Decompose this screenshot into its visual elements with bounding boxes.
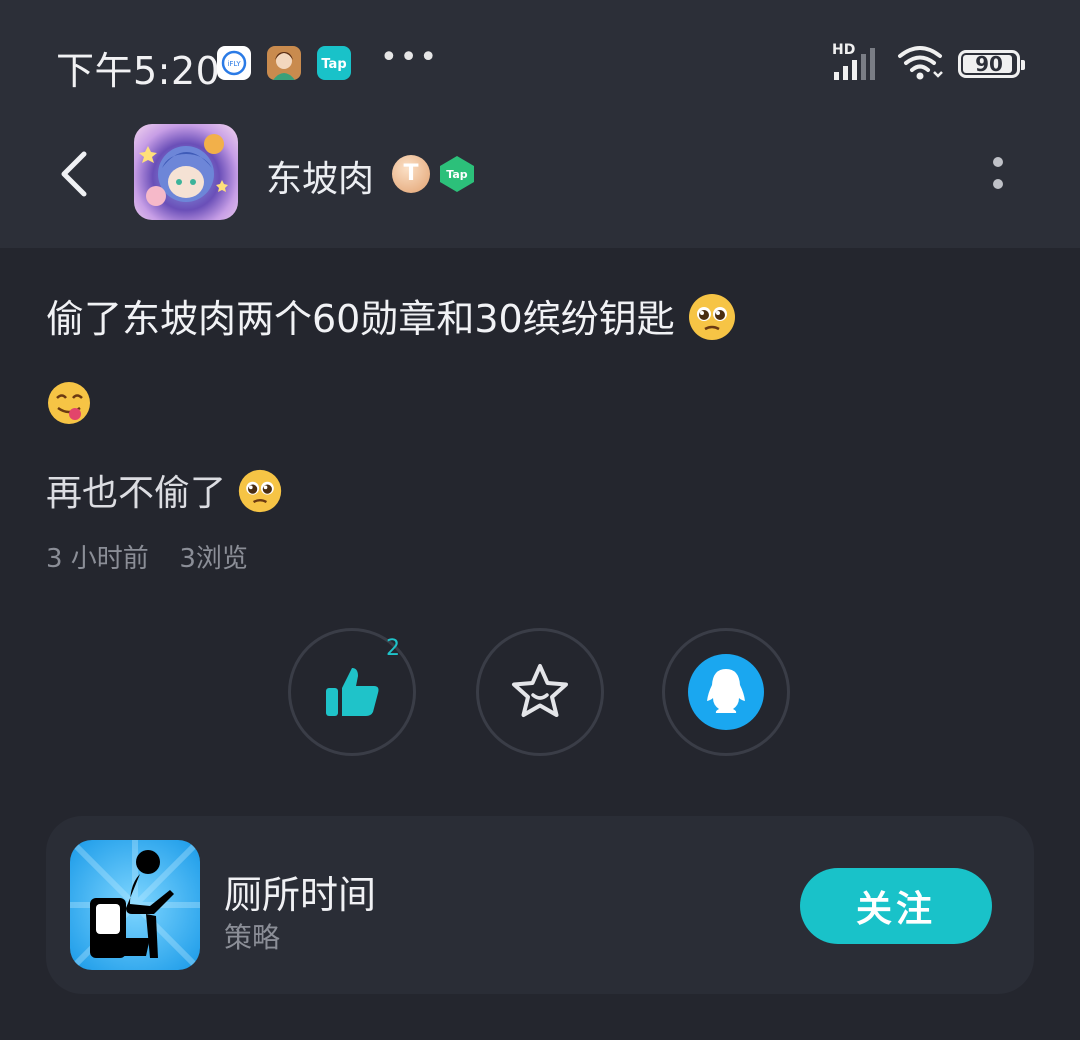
post-line-3-text: 再也不偷了 — [46, 473, 227, 514]
avatar-app-icon — [267, 46, 301, 80]
post-title: 偷了东坡肉两个60勋章和30缤纷钥匙 — [46, 288, 737, 351]
tap-verified-badge: Tap — [436, 154, 478, 194]
post-line-3: 再也不偷了 — [46, 464, 283, 523]
back-button[interactable] — [56, 148, 96, 200]
thumbs-up-icon — [326, 668, 379, 716]
svg-text:iFLY: iFLY — [227, 60, 241, 68]
post-views: 3浏览 — [179, 544, 248, 574]
tap-icon: Tap — [317, 46, 351, 80]
battery-icon: 90 — [958, 50, 1025, 78]
post-line-emoji — [46, 380, 92, 430]
pleading-face-emoji — [687, 292, 737, 351]
more-notifications-icon: ••• — [380, 40, 440, 75]
more-options-button[interactable] — [984, 152, 1012, 200]
svg-text:Tap: Tap — [446, 168, 468, 181]
level-badge: T — [392, 155, 430, 193]
post-meta: 3 小时前 3浏览 — [46, 538, 248, 575]
chevron-left-icon — [61, 151, 87, 197]
share-qq-button[interactable] — [662, 628, 790, 756]
favorite-button[interactable] — [476, 628, 604, 756]
qq-icon — [688, 654, 764, 730]
wifi-icon — [896, 44, 944, 84]
svg-text:Tap: Tap — [321, 57, 346, 72]
vertical-dots-icon — [993, 157, 1003, 189]
status-bar: 下午5:20 iFLY Tap ••• HD 90 — [0, 0, 1080, 120]
ifly-icon: iFLY — [217, 46, 251, 80]
post-time: 3 小时前 — [46, 544, 149, 574]
battery-level: 90 — [975, 52, 1003, 76]
star-icon — [512, 664, 568, 717]
signal-icon: HD — [832, 42, 882, 82]
status-time: 下午5:20 — [56, 49, 221, 93]
yum-face-emoji — [48, 382, 90, 424]
user-avatar[interactable] — [134, 124, 238, 220]
status-indicators: HD 90 — [832, 42, 1025, 84]
app-category: 策略 — [224, 921, 281, 954]
pleading-face-emoji — [237, 468, 283, 523]
app-icon[interactable] — [70, 840, 200, 970]
username[interactable]: 东坡肉 — [266, 150, 374, 202]
post-title-text: 偷了东坡肉两个60勋章和30缤纷钥匙 — [46, 297, 675, 341]
like-count: 2 — [386, 636, 400, 661]
follow-button[interactable]: 关注 — [800, 868, 992, 944]
app-name: 厕所时间 — [224, 873, 377, 917]
